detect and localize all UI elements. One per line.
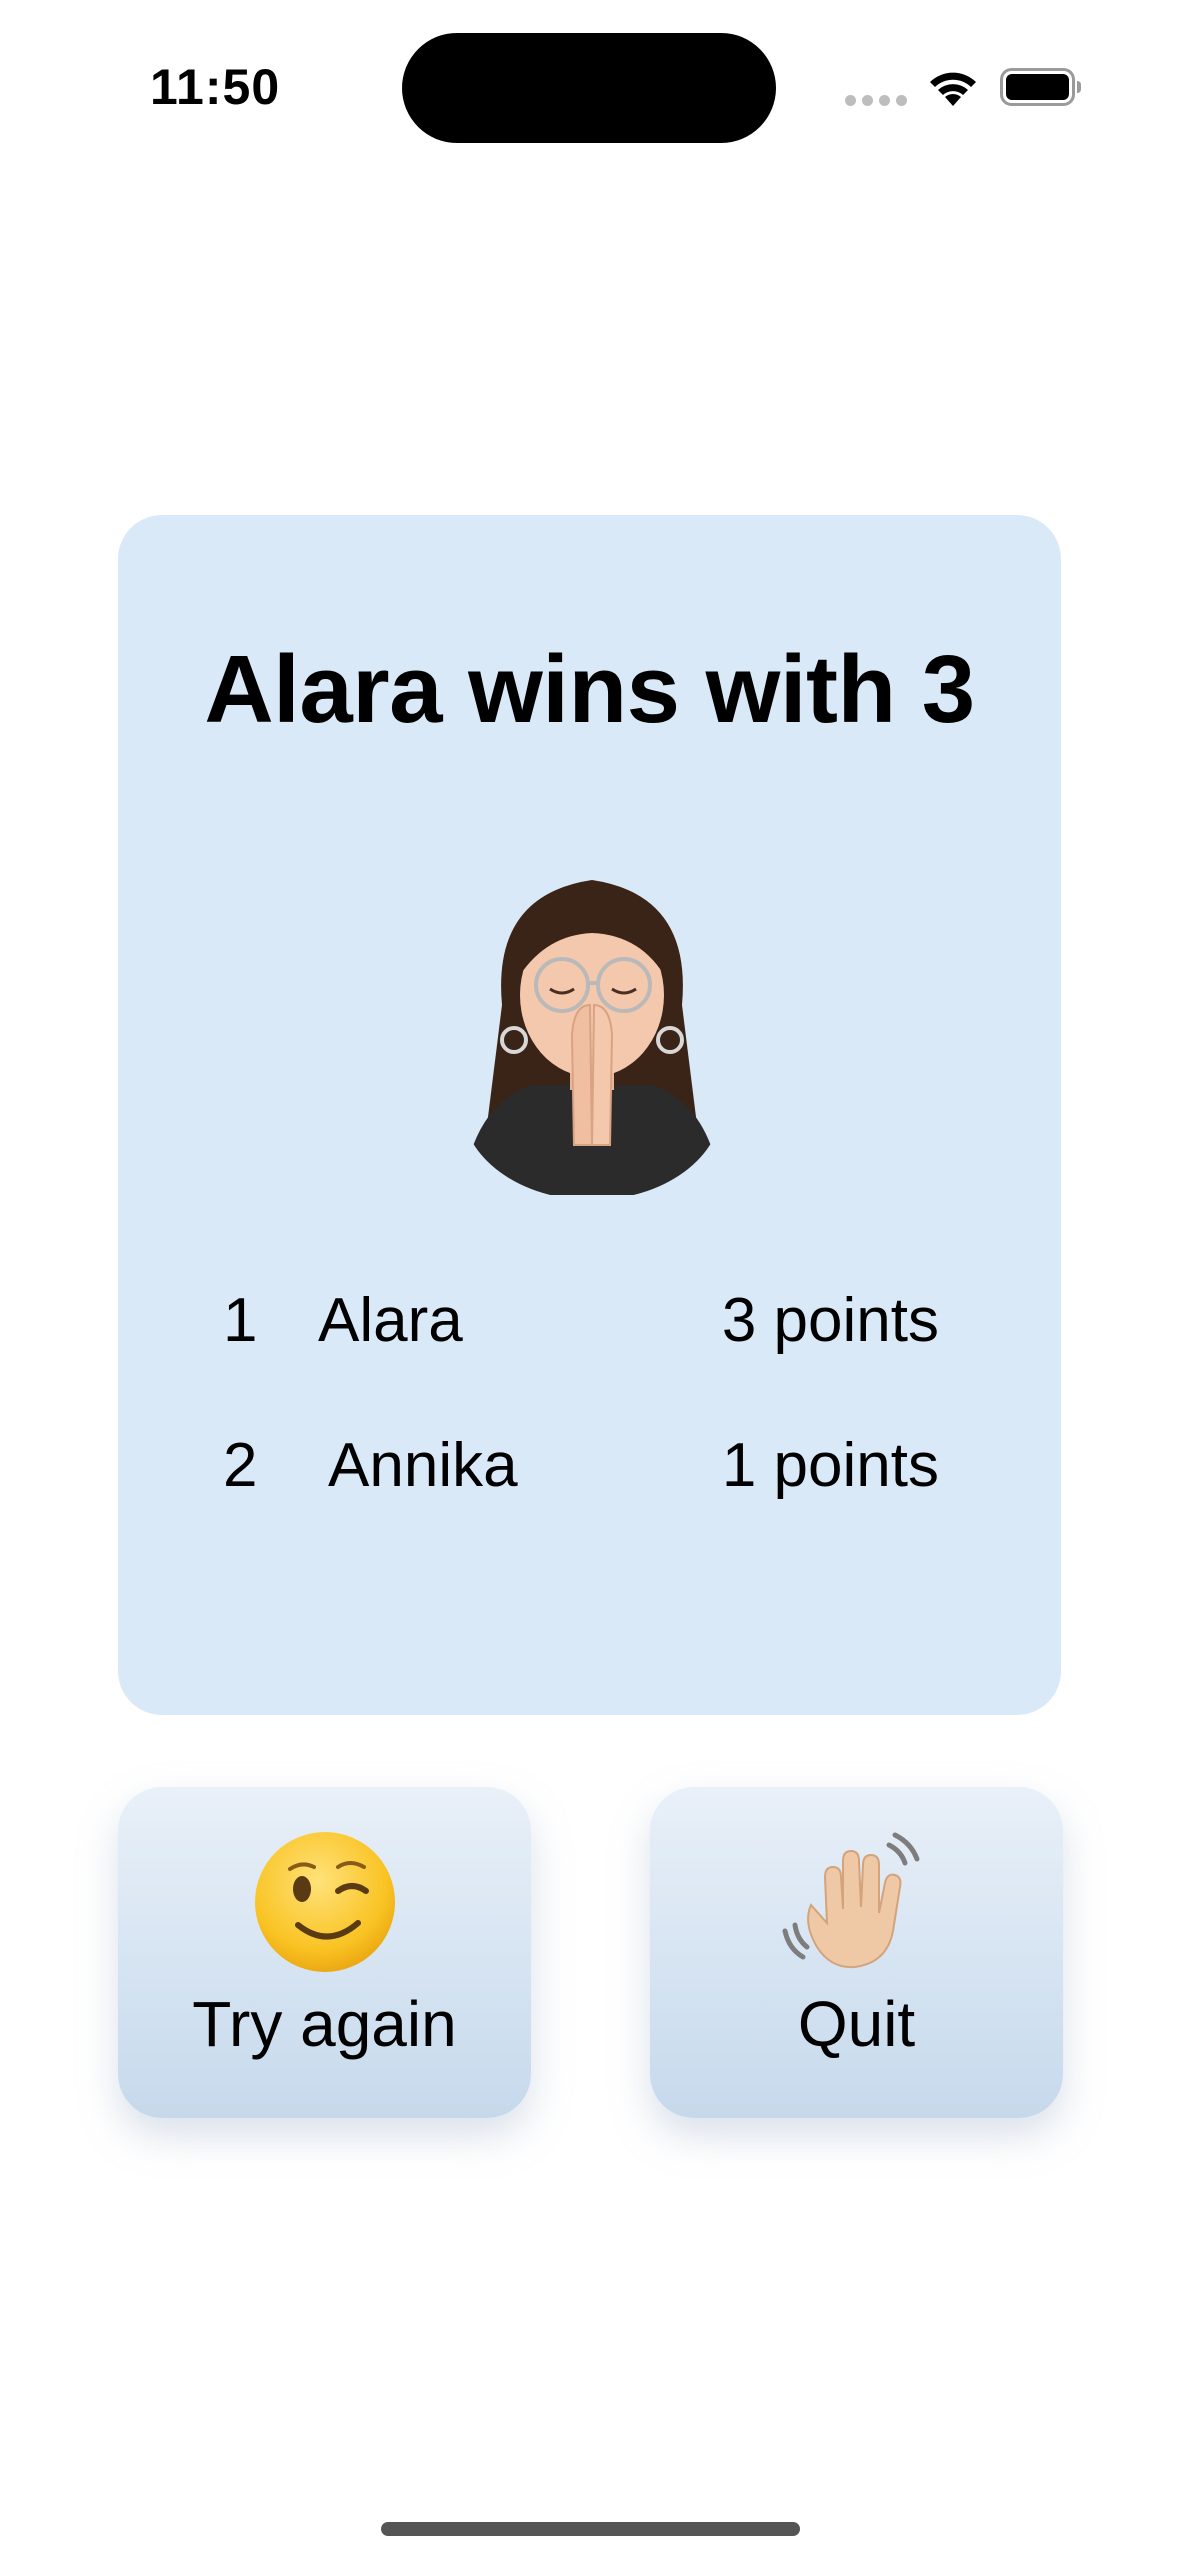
try-again-button[interactable]: Try again [118, 1787, 531, 2118]
battery-icon [1000, 68, 1081, 106]
signal-dots-icon [845, 95, 907, 106]
status-time: 11:50 [150, 59, 281, 115]
score-player-name: Annika [328, 1431, 518, 1500]
score-row: 1 Alara 3 points [118, 1285, 1061, 1375]
winner-title: Alara wins with 3 [204, 636, 975, 743]
waving-hand-icon [650, 1827, 1063, 1977]
score-points: 3 points [721, 1286, 939, 1355]
score-rank: 2 [223, 1431, 258, 1500]
try-again-label: Try again [192, 1988, 457, 2060]
score-points: 1 points [721, 1431, 939, 1500]
score-row: 2 Annika 1 points [118, 1430, 1061, 1520]
score-rank: 1 [223, 1286, 258, 1355]
dynamic-island [402, 33, 776, 143]
result-card: Alara wins with 3 1 Alara 3 points 2 Ann… [118, 515, 1061, 1715]
score-player-name: Alara [318, 1286, 463, 1355]
home-indicator[interactable] [381, 2522, 800, 2536]
wifi-icon [930, 72, 976, 106]
winking-face-icon [118, 1827, 531, 1977]
quit-label: Quit [797, 1988, 916, 2060]
memoji-praying-hands-icon [462, 880, 722, 1195]
quit-button[interactable]: Quit [650, 1787, 1063, 2118]
results-screen: 11:50 Alara wins with 3 1 Alara 3 points… [0, 0, 1179, 2556]
